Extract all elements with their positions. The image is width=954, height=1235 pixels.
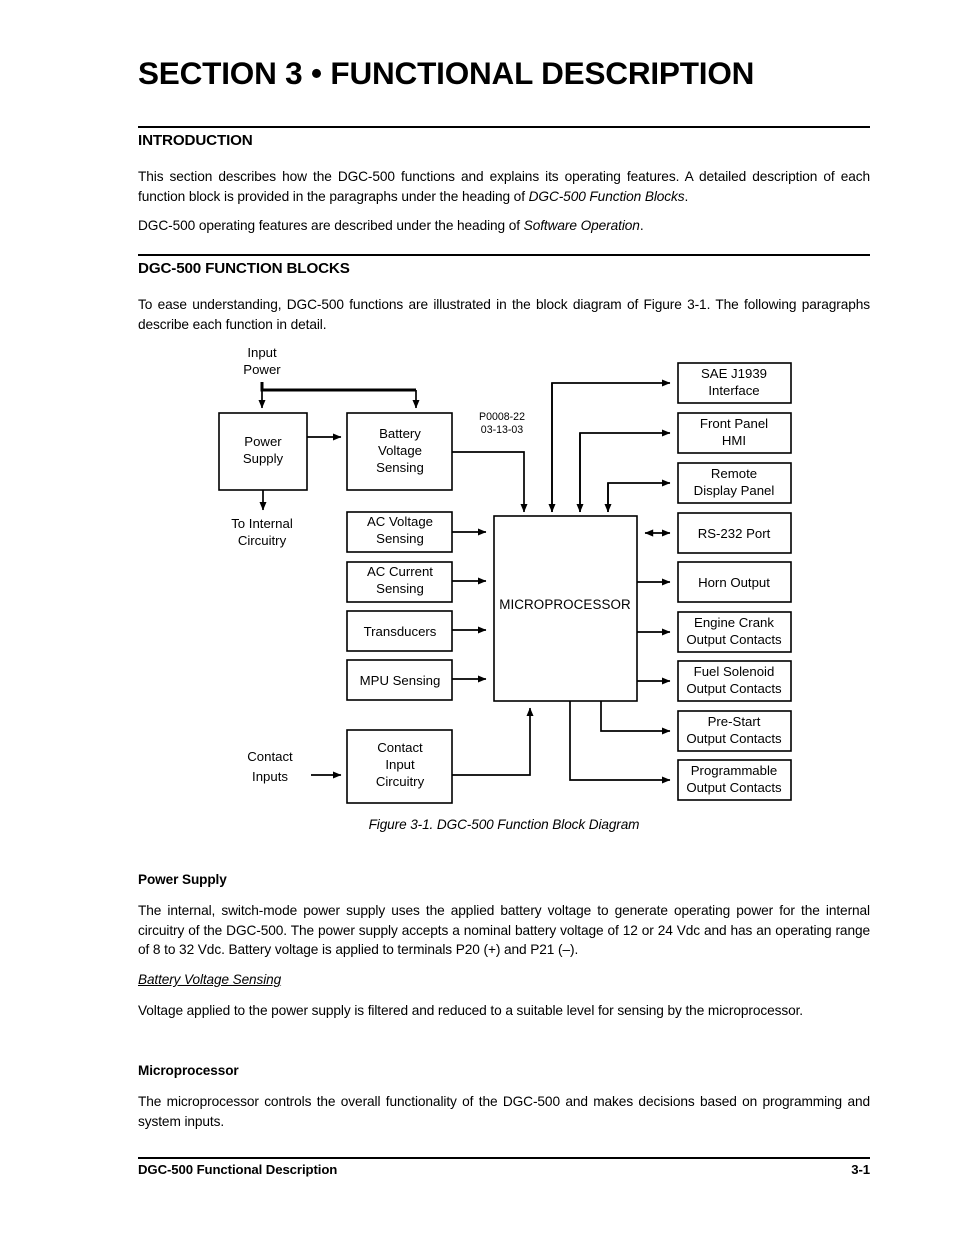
- block-remote-display-panel: [677, 462, 792, 504]
- block-programmable-output-contacts: [677, 759, 792, 801]
- label-input-power-line2: Power: [243, 362, 281, 377]
- block-fuel-label-line2: Output Contacts: [686, 681, 782, 696]
- block-ac-current-sensing: [346, 561, 453, 603]
- block-mpu-sensing-label: MPU Sensing: [360, 673, 441, 688]
- label-input-power-line1: Input: [247, 345, 277, 360]
- block-crank-label-line1: Engine Crank: [694, 615, 774, 630]
- microprocessor-body: The microprocessor controls the overall …: [138, 1094, 870, 1129]
- block-transducers: [346, 610, 453, 652]
- block-microprocessor: [493, 515, 638, 702]
- block-contact-input-circuitry: [346, 729, 453, 804]
- block-front-panel-label-line2: HMI: [722, 433, 746, 448]
- block-battery-label-line1: Battery: [379, 426, 421, 441]
- block-battery-voltage-sensing: [346, 412, 453, 491]
- intro-p1-emphasis: DGC-500 Function Blocks: [528, 188, 685, 204]
- figure-drawing-date: 03-13-03: [481, 424, 524, 436]
- intro-p1-part-a: This section describes how the DGC-500 f…: [138, 169, 870, 204]
- block-remote-label-line2: Display Panel: [694, 483, 775, 498]
- block-ac-voltage-label-line1: AC Voltage: [367, 514, 433, 529]
- block-pre-start-output-contacts: [677, 710, 792, 752]
- block-microprocessor-label: MICROPROCESSOR: [499, 597, 631, 612]
- footer-page-number: 3-1: [851, 1162, 870, 1177]
- document-page: SECTION 3 • FUNCTIONAL DESCRIPTION INTRO…: [0, 0, 954, 1235]
- block-battery-label-line3: Sensing: [376, 460, 424, 475]
- wire-microprocessor-to-programmable: [569, 701, 671, 784]
- battery-voltage-sensing-body: Voltage applied to the power supply is f…: [138, 1003, 804, 1018]
- wire-microprocessor-to-remote-display: [607, 479, 671, 512]
- introduction-paragraph-2: DGC-500 operating features are described…: [138, 216, 870, 236]
- block-crank-label-line2: Output Contacts: [686, 632, 782, 647]
- intro-p2-part-b: .: [639, 218, 644, 233]
- divider-introduction: [138, 126, 870, 128]
- block-front-panel-hmi: [677, 412, 792, 454]
- label-to-internal-line1: To Internal: [231, 516, 293, 531]
- wire-microprocessor-to-pre-start: [600, 701, 671, 735]
- intro-p2-emphasis: Software Operation: [523, 218, 640, 233]
- block-power-supply-label-line1: Power: [244, 434, 282, 449]
- block-horn-label: Horn Output: [698, 575, 770, 590]
- wire-battery-to-microprocessor: [452, 451, 528, 513]
- block-rs232-port: [677, 512, 792, 554]
- block-transducers-label: Transducers: [364, 624, 437, 639]
- block-ac-current-label-line2: Sensing: [376, 581, 424, 596]
- block-contact-circuitry-label-line3: Circuitry: [376, 774, 425, 789]
- block-front-panel-label-line1: Front Panel: [700, 416, 768, 431]
- block-ac-current-label-line1: AC Current: [367, 564, 433, 579]
- power-supply-body: The internal, switch-mode power supply u…: [138, 903, 870, 958]
- block-prestart-label-line1: Pre-Start: [708, 714, 761, 729]
- block-mpu-sensing: [346, 659, 453, 701]
- block-ac-voltage-sensing: [346, 511, 453, 553]
- block-sae-label-line2: Interface: [708, 383, 759, 398]
- block-contact-circuitry-label-line1: Contact: [377, 740, 423, 755]
- label-to-internal-line2: Circuitry: [238, 533, 287, 548]
- block-ac-voltage-label-line2: Sensing: [376, 531, 424, 546]
- block-fuel-solenoid-output-contacts: [677, 660, 792, 702]
- block-power-supply: [218, 412, 308, 491]
- wire-microprocessor-to-sae: [551, 379, 671, 512]
- heading-battery-voltage-sensing: Battery Voltage Sensing: [138, 972, 282, 987]
- block-sae-j1939-interface: [677, 362, 792, 404]
- block-battery-label-line2: Voltage: [378, 443, 422, 458]
- heading-function-blocks: DGC-500 FUNCTION BLOCKS: [138, 260, 350, 277]
- label-contact-inputs-line1: Contact: [247, 749, 293, 764]
- block-horn-output: [677, 561, 792, 603]
- divider-function-blocks: [138, 254, 870, 256]
- block-fuel-label-line1: Fuel Solenoid: [694, 664, 775, 679]
- heading-microprocessor: Microprocessor: [138, 1063, 239, 1078]
- figure-drawing-number: P0008-22: [479, 411, 525, 423]
- heading-introduction: INTRODUCTION: [138, 132, 253, 149]
- block-prog-label-line2: Output Contacts: [686, 780, 782, 795]
- wire-microprocessor-to-front-panel: [579, 429, 671, 512]
- wire-contact-circuitry-to-microprocessor: [452, 707, 534, 776]
- block-prog-label-line1: Programmable: [691, 763, 778, 778]
- block-prestart-label-line2: Output Contacts: [686, 731, 782, 746]
- block-engine-crank-output-contacts: [677, 611, 792, 653]
- block-rs232-label: RS-232 Port: [698, 526, 771, 541]
- figure-caption: Figure 3-1. DGC-500 Function Block Diagr…: [368, 817, 640, 832]
- footer-divider: [138, 1157, 870, 1159]
- intro-p2-part-a: DGC-500 operating features are described…: [138, 218, 524, 233]
- block-contact-circuitry-label-line2: Input: [385, 757, 415, 772]
- block-remote-label-line1: Remote: [711, 466, 757, 481]
- page-title: SECTION 3 • FUNCTIONAL DESCRIPTION: [138, 55, 755, 91]
- function-blocks-paragraph: To ease understanding, DGC-500 functions…: [138, 297, 870, 332]
- introduction-paragraph-1: This section describes how the DGC-500 f…: [138, 167, 870, 206]
- label-contact-inputs-line2: Inputs: [252, 769, 288, 784]
- intro-p1-part-b: .: [684, 188, 689, 204]
- footer-document-title: DGC-500 Functional Description: [138, 1162, 338, 1177]
- block-sae-label-line1: SAE J1939: [701, 366, 767, 381]
- wire-input-power-bus: [260, 382, 416, 392]
- heading-power-supply: Power Supply: [138, 872, 227, 887]
- block-power-supply-label-line2: Supply: [243, 451, 284, 466]
